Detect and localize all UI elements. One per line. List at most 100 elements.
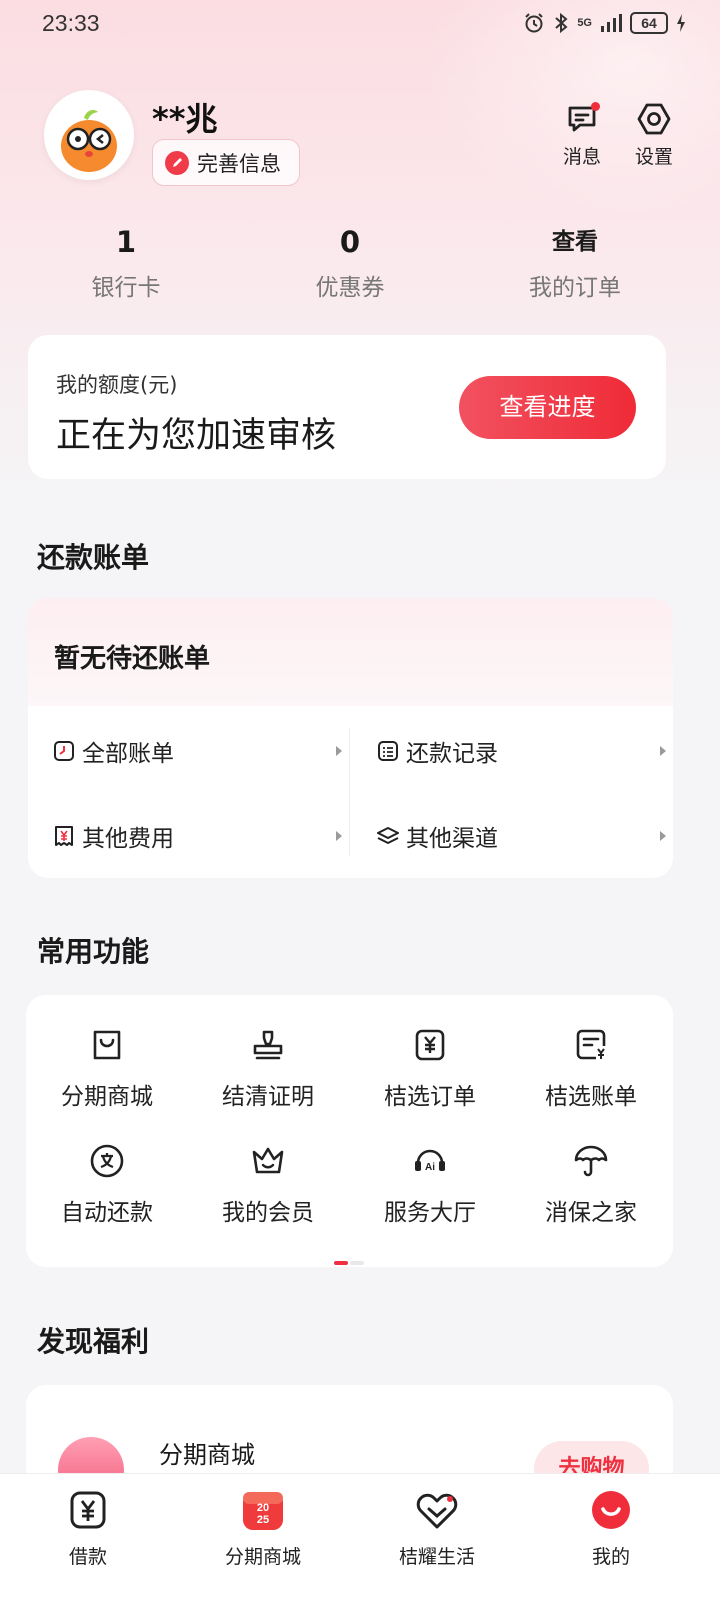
chevron-right-icon (660, 746, 666, 756)
func-installment-mall[interactable]: 分期商城 (26, 1025, 188, 1111)
ai-service-icon: Ai (349, 1141, 511, 1181)
umbrella-icon (510, 1141, 672, 1181)
settings-icon (637, 103, 671, 135)
svg-text:Ai: Ai (425, 1162, 435, 1173)
unread-dot (591, 102, 600, 111)
check-progress-button[interactable]: 查看进度 (459, 376, 636, 439)
network-type: 5G (577, 17, 592, 29)
settings-label: 设置 (634, 146, 673, 168)
yen-loan-icon (0, 1486, 178, 1534)
mall-2025-icon: 20 25 (173, 1486, 353, 1534)
func-juxuan-bills[interactable]: 桔选账单 (510, 1025, 672, 1111)
shopping-bag-icon (26, 1025, 188, 1065)
functions-section-title: 常用功能 (37, 935, 150, 968)
pager-dot (350, 1261, 364, 1265)
crown-icon (187, 1141, 349, 1181)
bottom-nav: 借款 20 25 分期商城 桔耀生活 我的 (0, 1474, 720, 1612)
complete-info-label: 完善信息 (197, 151, 281, 176)
bill-link-label: 还款记录 (406, 741, 498, 767)
stat-label: 优惠券 (315, 275, 385, 301)
stamp-icon (187, 1025, 349, 1065)
func-label: 自动还款 (61, 1200, 153, 1226)
func-label: 我的会员 (222, 1200, 314, 1226)
yen-receipt-icon (52, 824, 76, 848)
alarm-icon (525, 13, 544, 33)
nav-juyao-life[interactable]: 桔耀生活 (347, 1486, 527, 1569)
credit-status: 正在为您加速审核 (56, 416, 337, 456)
svg-text:25: 25 (257, 1514, 269, 1526)
charging-icon (677, 14, 685, 32)
func-juxuan-orders[interactable]: 桔选订单 (349, 1025, 511, 1111)
functions-pager (334, 1261, 364, 1265)
func-auto-repay[interactable]: 自动还款 (26, 1141, 188, 1227)
complete-info-button[interactable]: 完善信息 (152, 139, 300, 186)
nav-label: 分期商城 (224, 1546, 301, 1568)
func-label: 桔选账单 (545, 1084, 637, 1110)
func-label: 分期商城 (61, 1084, 153, 1110)
repayment-records-link[interactable]: 还款记录 (376, 726, 666, 776)
stat-orders[interactable]: 查看 我的订单 (475, 222, 675, 302)
stat-value: 1 (115, 225, 137, 259)
func-my-membership[interactable]: 我的会员 (187, 1141, 349, 1227)
pager-dot-active (334, 1261, 348, 1265)
nav-label: 桔耀生活 (398, 1546, 475, 1568)
bluetooth-icon (555, 12, 568, 34)
messages-label: 消息 (562, 146, 601, 168)
svg-text:20: 20 (257, 1502, 269, 1514)
signal-icon (601, 14, 622, 32)
func-settlement-proof[interactable]: 结清证明 (187, 1025, 349, 1111)
stat-value: 0 (339, 225, 361, 259)
welfare-item-name: 分期商城 (159, 1441, 255, 1469)
bill-empty-text: 暂无待还账单 (54, 644, 211, 674)
welfare-section-title: 发现福利 (37, 1325, 150, 1358)
stat-value: 查看 (552, 229, 598, 255)
user-name: **兆 (152, 100, 218, 138)
func-label: 结清证明 (222, 1084, 314, 1110)
nav-me[interactable]: 我的 (521, 1486, 701, 1569)
settings-button[interactable]: 设置 (624, 102, 684, 169)
func-label: 消保之家 (545, 1200, 637, 1226)
bill-divider (349, 728, 350, 856)
layers-icon (376, 824, 400, 848)
stat-label: 我的订单 (529, 275, 621, 301)
nav-label: 我的 (591, 1546, 630, 1568)
edit-pen-icon (165, 150, 189, 175)
other-fees-link[interactable]: 其他费用 (52, 811, 342, 861)
chevron-right-icon (336, 831, 342, 841)
messages-button[interactable]: 消息 (552, 102, 612, 169)
other-channels-link[interactable]: 其他渠道 (376, 811, 666, 861)
bill-link-label: 其他费用 (82, 826, 174, 852)
credit-card: 我的额度(元) 正在为您加速审核 查看进度 (28, 335, 666, 479)
all-bills-link[interactable]: 全部账单 (52, 726, 342, 776)
functions-card: 分期商城 结清证明 桔选订单 桔选账单 自动还款 我的会员 Ai 服务大厅 消保… (26, 995, 673, 1267)
nav-installment-mall[interactable]: 20 25 分期商城 (173, 1486, 353, 1569)
func-label: 服务大厅 (384, 1200, 476, 1226)
chevron-right-icon (660, 831, 666, 841)
stat-label: 银行卡 (91, 275, 161, 301)
avatar-mascot-icon (48, 94, 130, 176)
bills-section-title: 还款账单 (37, 541, 150, 574)
stat-bank-cards[interactable]: 1 银行卡 (26, 222, 226, 302)
func-service-hall[interactable]: Ai 服务大厅 (349, 1141, 511, 1227)
status-icons: 5G 64 (523, 12, 686, 34)
bills-card: 暂无待还账单 全部账单 还款记录 其他费用 其他渠道 (28, 598, 673, 878)
nav-loan[interactable]: 借款 (0, 1486, 178, 1569)
bill-link-label: 全部账单 (82, 741, 174, 767)
battery-indicator: 64 (630, 12, 668, 34)
chevron-right-icon (336, 746, 342, 756)
stat-coupons[interactable]: 0 优惠券 (250, 222, 450, 302)
me-icon (521, 1486, 701, 1534)
yen-order-icon (349, 1025, 511, 1065)
yen-bill-icon (510, 1025, 672, 1065)
status-time: 23:33 (42, 10, 100, 36)
auto-repay-icon (26, 1141, 188, 1181)
func-consumer-protection[interactable]: 消保之家 (510, 1141, 672, 1227)
nav-label: 借款 (68, 1546, 107, 1568)
avatar[interactable] (44, 90, 134, 180)
func-label: 桔选订单 (384, 1084, 476, 1110)
bill-clock-icon (52, 739, 76, 763)
credit-label: 我的额度(元) (56, 373, 178, 397)
list-icon (376, 739, 400, 763)
heart-life-icon (347, 1486, 527, 1534)
bill-link-label: 其他渠道 (406, 826, 498, 852)
